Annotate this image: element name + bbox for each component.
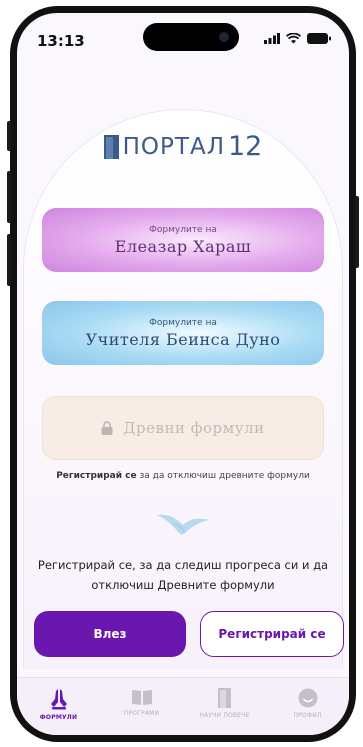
register-button[interactable]: Регистрирай се [200, 611, 344, 657]
card-title: Елеазар Хараш [114, 236, 252, 256]
card-title: Учителя Беинса Дуно [85, 329, 281, 349]
tab-label: ПРОГРАМИ [123, 710, 160, 717]
logo-number: 12 [228, 131, 263, 162]
status-time: 13:13 [37, 32, 85, 50]
dynamic-island [143, 23, 239, 51]
signal-icon [264, 33, 280, 44]
login-button[interactable]: Влез [34, 611, 186, 657]
tab-label: НАУЧИ ПОВЕЧЕ [199, 712, 250, 719]
side-button [7, 121, 11, 151]
card-subtitle: Формулите на [149, 317, 217, 328]
side-button [7, 234, 11, 286]
praying-hands-icon [50, 689, 67, 710]
wifi-icon [286, 33, 301, 44]
tab-label: ПРОФИЛ [293, 712, 322, 719]
register-hint: Регистрирай се за да отключиш древните ф… [17, 471, 349, 481]
card-ancient-formulas-locked[interactable]: Древни формули [42, 396, 324, 460]
card-uchitelya-beinsa-duno[interactable]: Формулите на Учителя Беинса Дуно [42, 301, 324, 365]
bottom-tab-bar: ФОРМУЛИ ПРОГРАМИ НАУЧИ ПОВЕЧЕ ПРОФИЛ [17, 677, 349, 735]
register-hint-text: за да отключиш древните формули [136, 471, 310, 481]
door-icon [217, 688, 231, 708]
portal12-logo: ПОРТАЛ 12 [17, 131, 349, 162]
tab-profile[interactable]: ПРОФИЛ [278, 688, 338, 735]
app-screen: 13:13 ПОРТАЛ 12 Формулите на Елеазар Хар… [17, 13, 349, 735]
dove-icon [157, 514, 209, 535]
promo-text: Регистрирай се, за да следиш прогреса си… [37, 558, 329, 592]
side-button [355, 196, 359, 268]
logo-text: ПОРТАЛ [122, 133, 225, 160]
card-eleazar-harash[interactable]: Формулите на Елеазар Хараш [42, 208, 324, 272]
tab-learn-more[interactable]: НАУЧИ ПОВЕЧЕ [195, 688, 255, 735]
card-title: Древни формули [123, 419, 265, 437]
status-icons [264, 33, 331, 44]
book-icon [131, 690, 152, 705]
battery-icon [307, 33, 331, 44]
lock-icon [101, 421, 113, 435]
tab-label: ФОРМУЛИ [39, 714, 78, 721]
smiley-icon [298, 688, 317, 708]
card-subtitle: Формулите на [149, 224, 217, 235]
tab-programs[interactable]: ПРОГРАМИ [112, 688, 172, 735]
side-button [7, 171, 11, 223]
camera-icon [219, 32, 229, 42]
status-bar: 13:13 [17, 13, 349, 63]
door-logo-icon [103, 134, 119, 159]
tab-formulas[interactable]: ФОРМУЛИ [29, 688, 89, 735]
register-hint-link[interactable]: Регистрирай се [56, 471, 136, 481]
